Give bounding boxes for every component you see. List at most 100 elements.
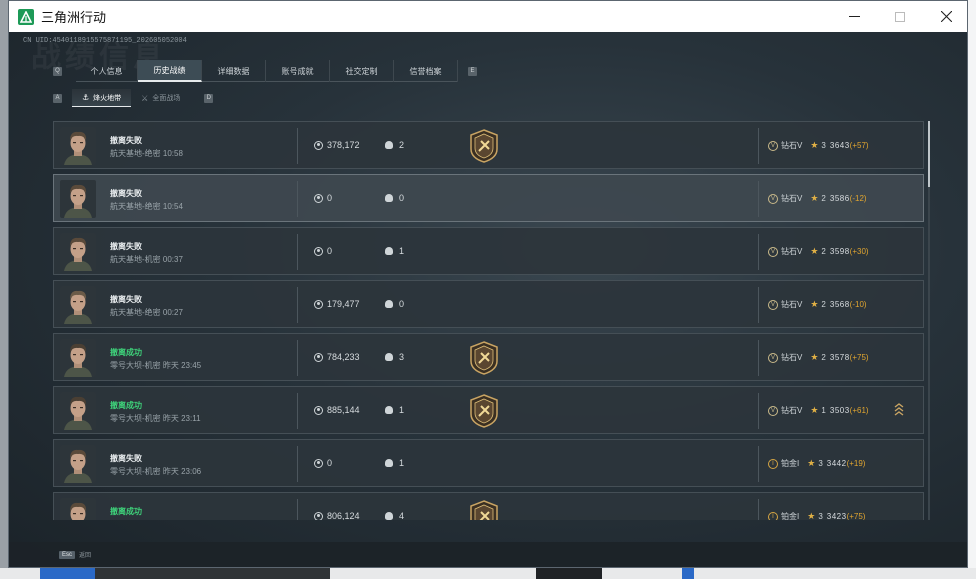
- tab-6[interactable]: 信誉档案: [394, 60, 458, 82]
- rank-score: 3578: [829, 353, 850, 362]
- prev-tab-key-hint[interactable]: Q: [53, 66, 62, 76]
- kill-count: 1: [385, 246, 404, 256]
- divider: [297, 393, 298, 429]
- game-window: 三角洲行动 战绩信息 CN UID:4540118915575871195_20…: [8, 0, 968, 568]
- match-record-row[interactable]: 撤离失败 航天基地-绝密 00:27 179,477 0 V 钻石V ★ 2 3568 (-10): [53, 280, 924, 328]
- diamond-rank-icon: V: [768, 299, 778, 310]
- kill-count: 4: [385, 511, 404, 520]
- maximize-icon: [895, 11, 905, 22]
- loot-value-text: 0: [327, 458, 333, 468]
- desktop-fragment: [40, 568, 95, 579]
- tab-3[interactable]: 详细数据: [202, 60, 266, 82]
- next-tab-key-hint[interactable]: E: [468, 66, 477, 76]
- map-and-time: 零号大坝-机密 昨天 22:40: [110, 519, 201, 520]
- loot-value: 784,233: [314, 352, 360, 362]
- tab-2[interactable]: 历史战绩: [138, 60, 202, 82]
- divider: [758, 446, 759, 482]
- divider: [297, 128, 298, 164]
- rank-score: 3643: [829, 141, 850, 150]
- match-record-row[interactable]: 撤离失败 零号大坝-机密 昨天 23:06 0 1 I 铂金I ★ 3 3442 (+19): [53, 439, 924, 487]
- match-record-row[interactable]: 撤离失败 航天基地-绝密 10:54 0 0 V 钻石V ★ 2 3586 (-12): [53, 174, 924, 222]
- diamond-rank-icon: V: [768, 140, 778, 151]
- coin-icon: [314, 405, 323, 415]
- rank-name: 铂金I: [781, 459, 800, 468]
- window-title: 三角洲行动: [41, 10, 107, 25]
- coin-icon: [314, 458, 323, 468]
- kill-count: 3: [385, 352, 404, 362]
- prev-mode-key-hint[interactable]: A: [53, 93, 62, 103]
- loot-value-text: 885,144: [327, 405, 360, 415]
- divider: [758, 340, 759, 376]
- coin-icon: [314, 299, 323, 309]
- mode-tab-1[interactable]: ⚓ 烽火地带: [72, 89, 132, 107]
- record-page: 战绩信息 CN UID:4540118915575871195_20260505…: [9, 32, 967, 567]
- mode-tabs: ⚓ 烽火地带 ⚔ 全面战场: [72, 89, 190, 107]
- rank-score: 3586: [829, 194, 850, 203]
- match-record-row[interactable]: 撤离失败 航天基地-机密 00:37 0 1 V 钻石V ★ 2 3598 (+30): [53, 227, 924, 275]
- coin-icon: [314, 193, 323, 203]
- next-mode-key-hint[interactable]: D: [204, 93, 214, 103]
- divider: [297, 287, 298, 323]
- back-button[interactable]: Esc 返回: [59, 550, 91, 559]
- loot-value-text: 0: [327, 193, 333, 203]
- map-and-time: 航天基地-绝密 00:27: [110, 308, 183, 317]
- rank-stars: 1: [821, 406, 826, 415]
- close-button[interactable]: [923, 1, 967, 32]
- map-and-time: 零号大坝-机密 昨天 23:45: [110, 361, 202, 370]
- kill-count: 2: [385, 140, 404, 150]
- mvp-badge-icon: [469, 129, 499, 163]
- star-icon: ★: [810, 299, 819, 309]
- diamond-rank-icon: V: [768, 405, 778, 416]
- mvp-badge-icon: [469, 500, 499, 520]
- mode-tab-label: 烽火地带: [93, 94, 122, 102]
- desktop-fragment: [95, 568, 330, 579]
- skull-icon: [385, 247, 393, 255]
- loot-value: 378,172: [314, 140, 360, 150]
- match-record-row[interactable]: 撤离成功 零号大坝-机密 昨天 23:11 885,144 1 V 钻石V ★ 1 3503 (+…: [53, 386, 924, 434]
- operator-avatar: [60, 445, 96, 483]
- title-bar[interactable]: 三角洲行动: [9, 1, 967, 32]
- rank-score: 3503: [829, 406, 850, 415]
- match-record-row[interactable]: 撤离成功 零号大坝-机密 昨天 23:45 784,233 3 V 钻石V ★ 2 3578 (+…: [53, 333, 924, 381]
- rank-score-delta: (+75): [849, 353, 869, 362]
- loot-value-text: 784,233: [327, 352, 360, 362]
- divider: [758, 499, 759, 520]
- rank-score-delta: (+30): [849, 247, 869, 256]
- rank-stars: 3: [818, 512, 823, 520]
- scrollbar-thumb[interactable]: [928, 121, 930, 187]
- star-icon: ★: [807, 511, 816, 520]
- mode-tab-2[interactable]: ⚔ 全面战场: [131, 89, 190, 107]
- rank-info: V 钻石V ★ 2 3586 (-12): [768, 193, 867, 204]
- match-history-list[interactable]: 撤离失败 航天基地-绝密 10:58 378,172 2 V 钻石V ★ 3 3643 (+57)…: [53, 121, 929, 520]
- extraction-result: 撤离成功: [110, 348, 142, 357]
- rank-score-delta: (-10): [849, 300, 867, 309]
- loot-value-text: 806,124: [327, 511, 360, 520]
- operator-avatar: [60, 233, 96, 271]
- star-icon: ★: [810, 193, 819, 203]
- rank-name: 钻石V: [781, 300, 803, 309]
- rank-stars: 2: [821, 353, 826, 362]
- skull-icon: [385, 353, 393, 361]
- divider: [758, 234, 759, 270]
- tab-1[interactable]: 个人信息: [76, 60, 138, 82]
- tab-5[interactable]: 社交定制: [330, 60, 394, 82]
- match-record-row[interactable]: 撤离成功零号大坝-机密 昨天 22:40 806,124 4 I铂金I ★33423(+…: [53, 492, 924, 520]
- skull-icon: [385, 194, 393, 202]
- star-icon: ★: [810, 405, 819, 415]
- match-record-row[interactable]: 撤离失败 航天基地-绝密 10:58 378,172 2 V 钻石V ★ 3 3643 (+57): [53, 121, 924, 169]
- rank-score-delta: (+75): [846, 512, 866, 520]
- tab-4[interactable]: 账号成就: [266, 60, 330, 82]
- extraction-result: 撤离成功: [110, 401, 142, 410]
- loot-value: 179,477: [314, 299, 360, 309]
- rank-stars: 2: [821, 194, 826, 203]
- loot-value: 0: [314, 458, 332, 468]
- operator-avatar: [60, 339, 96, 377]
- rank-info: V 钻石V ★ 2 3568 (-10): [768, 299, 867, 310]
- rank-name: 钻石V: [781, 141, 803, 150]
- rank-stars: 3: [821, 141, 826, 150]
- minimize-button[interactable]: [831, 1, 877, 32]
- operator-avatar: [60, 392, 96, 430]
- kill-count-text: 1: [399, 246, 405, 256]
- mvp-badge-icon: [469, 341, 499, 375]
- maximize-button[interactable]: [877, 1, 923, 32]
